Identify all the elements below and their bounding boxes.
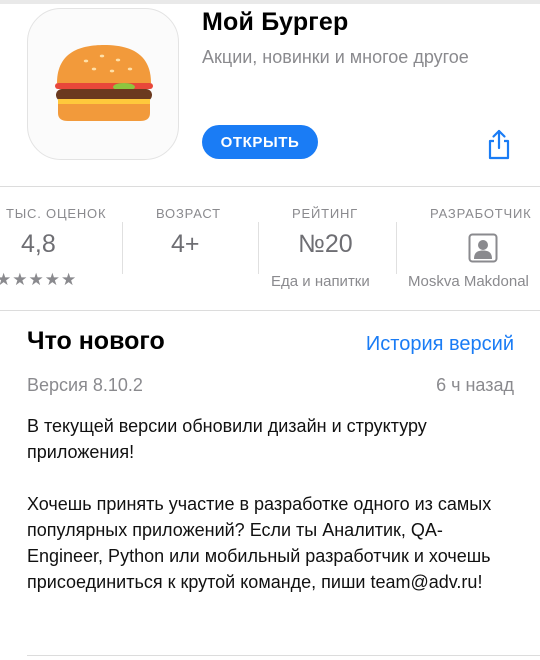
chart-label: РЕЙТИНГ — [292, 206, 358, 221]
version-number: Версия 8.10.2 — [27, 375, 143, 395]
person-icon — [468, 233, 498, 263]
app-title: Мой Бургер — [202, 8, 349, 36]
stat-separator — [396, 222, 397, 274]
chart-value: №20 — [298, 230, 353, 258]
version-time: 6 ч назад — [436, 375, 514, 395]
stat-separator — [122, 222, 123, 274]
share-icon — [488, 129, 510, 160]
rating-stars: ★★★★★ — [0, 270, 78, 289]
whats-new-title: Что нового — [27, 327, 165, 355]
release-notes: В текущей версии обновили дизайн и струк… — [27, 413, 517, 595]
chart-category: Еда и напитки — [271, 273, 370, 290]
stats-divider — [0, 310, 540, 311]
open-button[interactable]: ОТКРЫТЬ — [202, 125, 318, 159]
ratings-value: 4,8 — [21, 230, 56, 258]
app-icon — [27, 8, 179, 160]
developer-label: РАЗРАБОТЧИК — [430, 206, 532, 221]
ratings-label: ТЫС. ОЦЕНОК — [6, 206, 107, 221]
release-notes-paragraph: В текущей версии обновили дизайн и струк… — [27, 416, 427, 462]
top-edge — [0, 0, 540, 4]
age-label: ВОЗРАСТ — [156, 206, 221, 221]
release-notes-paragraph: Хочешь принять участие в разработке одно… — [27, 494, 492, 592]
burger-icon — [55, 45, 153, 121]
stat-separator — [258, 222, 259, 274]
header-divider — [0, 186, 540, 187]
bottom-divider — [27, 655, 540, 656]
developer-name[interactable]: Moskva Makdonal — [408, 273, 529, 290]
version-history-link[interactable]: История версий — [366, 333, 514, 356]
share-button[interactable] — [482, 126, 516, 162]
age-value: 4+ — [171, 230, 200, 258]
app-subtitle: Акции, новинки и многое другое — [202, 47, 469, 67]
